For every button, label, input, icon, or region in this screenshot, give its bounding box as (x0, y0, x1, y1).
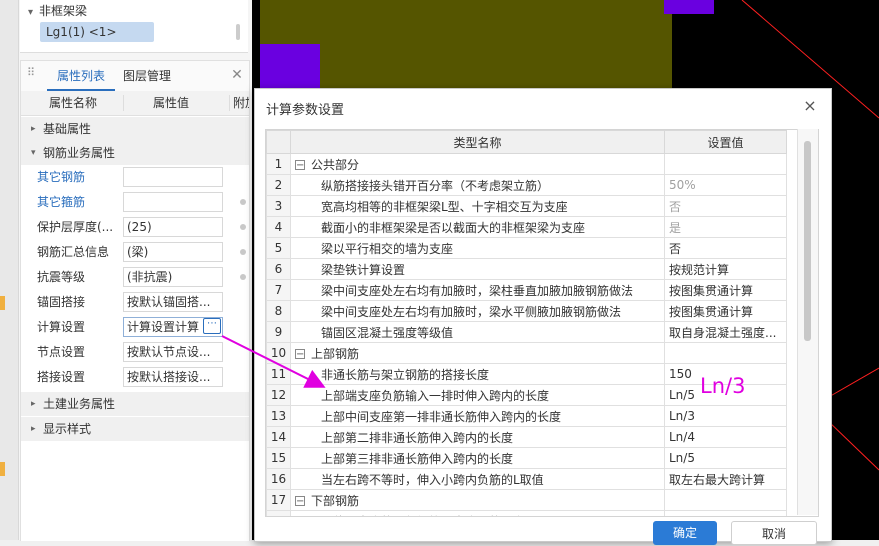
annotation-label: Ln/3 (700, 374, 746, 398)
annotation-arrow (221, 335, 326, 388)
annotation-layer (221, 335, 326, 388)
